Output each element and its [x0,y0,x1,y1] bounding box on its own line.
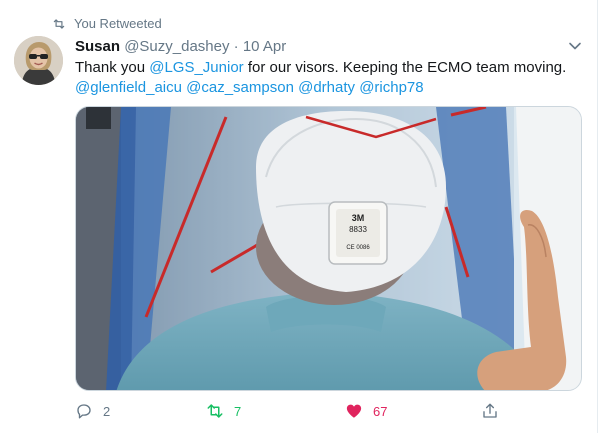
share-button[interactable] [481,400,509,422]
mask-marking: CE 0086 [346,245,370,251]
retweet-notice-label: You Retweeted [74,16,162,31]
mask-model: 8833 [349,225,367,234]
share-icon [483,403,497,418]
tweet-photo[interactable]: 3M 8833 CE 0086 [75,106,582,391]
action-bar: 2 7 67 [75,400,585,422]
reply-button[interactable]: 2 [75,400,110,422]
mask-brand: 3M [352,213,365,223]
like-button[interactable]: 67 [345,400,387,422]
text-segment: for our visors. Keeping the ECMO team mo… [243,59,567,76]
tweet-text-line-2: @glenfield_aicu @caz_sampson @drhaty @ri… [75,78,575,98]
text-segment: Thank you [75,59,150,76]
author-name[interactable]: Susan [75,38,120,55]
mention-link[interactable]: @glenfield_aicu [75,79,182,96]
mention-link[interactable]: @drhaty [298,79,355,96]
retweet-icon [207,404,223,418]
author-handle[interactable]: @Suzy_dashey [124,38,229,55]
mention-link[interactable]: @caz_sampson [186,79,294,96]
tweet-text-line-1: Thank you @LGS_Junior for our visors. Ke… [75,58,575,78]
mention-link[interactable]: @LGS_Junior [149,59,243,76]
tweet-header: Susan @Suzy_dashey · 10 Apr [75,37,286,57]
retweet-notice: You Retweeted [52,16,162,31]
header-separator: · [233,38,239,55]
reply-icon [77,404,91,419]
retweet-count: 7 [234,403,242,419]
avatar[interactable] [14,36,63,85]
reply-count: 2 [103,403,111,419]
mention-link[interactable]: @richp78 [359,79,423,96]
avatar-image [14,36,63,85]
photo-illustration: 3M 8833 CE 0086 [76,107,581,390]
retweet-icon [53,18,65,29]
tweet-text: Thank you @LGS_Junior for our visors. Ke… [75,58,575,98]
chevron-down-icon[interactable] [567,38,583,54]
heart-icon [346,404,362,418]
tweet-date[interactable]: 10 Apr [243,38,286,55]
tweet-card[interactable]: You Retweeted Susan @Suzy_dashey · 10 Ap… [0,0,598,433]
retweet-button[interactable]: 7 [206,400,241,422]
like-count: 67 [373,403,388,419]
